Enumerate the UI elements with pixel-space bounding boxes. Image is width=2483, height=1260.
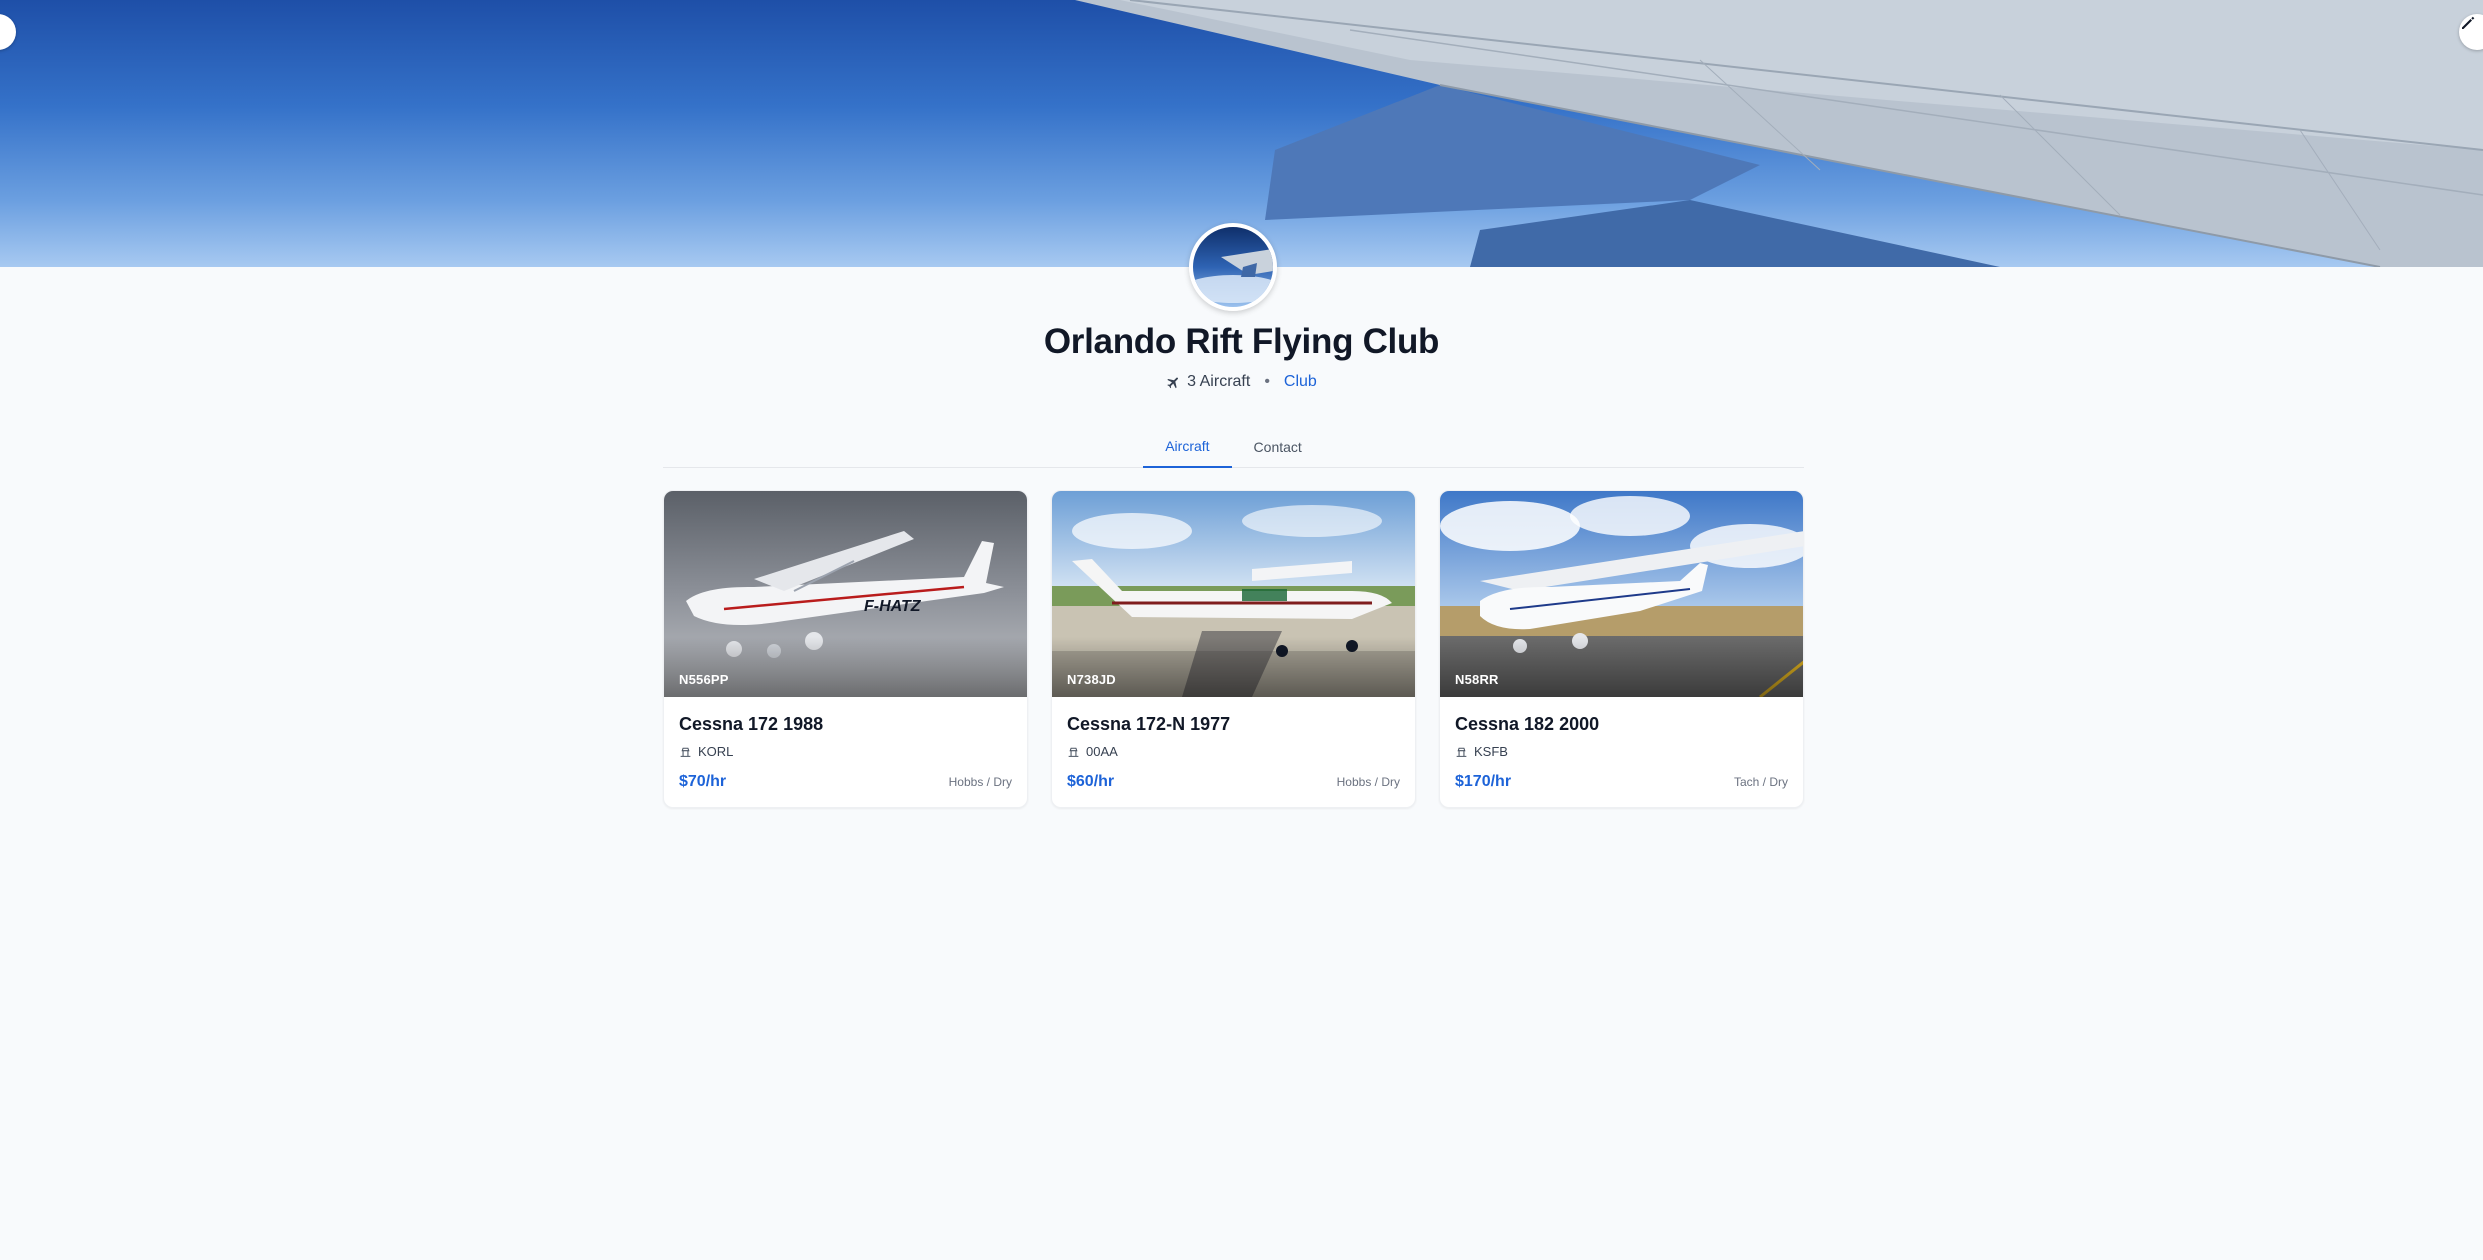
tail-number: N58RR	[1455, 672, 1499, 687]
edit-pencil-icon	[2462, 16, 2475, 29]
billing-type: Hobbs / Dry	[1336, 775, 1400, 789]
card-footer: $70/hr Hobbs / Dry	[679, 773, 1012, 791]
card-body: Cessna 172 1988 KORL $70/hr Hobbs / Dry	[664, 697, 1027, 791]
card-body: Cessna 172-N 1977 00AA $60/hr Hobbs / Dr…	[1052, 697, 1415, 791]
airplane-icon	[1167, 377, 1179, 388]
card-footer: $170/hr Tach / Dry	[1455, 773, 1788, 791]
home-airport: KSFB	[1455, 744, 1788, 759]
club-avatar	[1189, 223, 1277, 311]
aircraft-grid: F-HATZ N556PP Cessna 172 1988 KORL $70/h…	[663, 490, 1804, 808]
airport-code: 00AA	[1086, 744, 1118, 759]
hourly-rate: $70/hr	[679, 773, 727, 790]
airport-tower-icon	[1068, 747, 1079, 757]
aircraft-photo: F-HATZ N556PP	[664, 491, 1027, 697]
aircraft-card[interactable]: F-HATZ N556PP Cessna 172 1988 KORL $70/h…	[663, 490, 1028, 808]
billing-type: Tach / Dry	[1733, 775, 1788, 789]
club-name: Orlando Rift Flying Club	[1043, 322, 1440, 361]
billing-type: Hobbs / Dry	[948, 775, 1012, 789]
svg-text:F-HATZ: F-HATZ	[864, 598, 922, 615]
photo-gradient	[1052, 637, 1415, 697]
aircraft-card[interactable]: N738JD Cessna 172-N 1977 00AA $60/hr Hob…	[1051, 490, 1416, 808]
home-airport: 00AA	[1067, 744, 1400, 759]
profile-tabs: Aircraft Contact	[663, 425, 1804, 468]
tail-number: N738JD	[1067, 672, 1116, 687]
aircraft-title: Cessna 172-N 1977	[1067, 714, 1231, 734]
airport-tower-icon	[1456, 747, 1467, 757]
tab-contact[interactable]: Contact	[1232, 425, 1324, 468]
avatar-wing-image	[1193, 249, 1273, 303]
photo-gradient	[1440, 637, 1803, 697]
aircraft-count: 3 Aircraft	[1166, 373, 1250, 391]
club-type-badge: Club	[1283, 373, 1317, 390]
tail-number: N556PP	[679, 672, 729, 687]
airport-code: KSFB	[1474, 744, 1508, 759]
home-airport: KORL	[679, 744, 1012, 759]
separator-dot: •	[1264, 373, 1270, 390]
aircraft-title: Cessna 182 2000	[1455, 714, 1600, 734]
card-footer: $60/hr Hobbs / Dry	[1067, 773, 1400, 791]
aircraft-photo: N738JD	[1052, 491, 1415, 697]
hourly-rate: $60/hr	[1067, 773, 1115, 790]
aircraft-card[interactable]: N58RR Cessna 182 2000 KSFB $170/hr Tach …	[1439, 490, 1804, 808]
photo-gradient	[664, 637, 1027, 697]
airport-code: KORL	[698, 744, 734, 759]
airport-tower-icon	[680, 747, 691, 757]
tab-aircraft[interactable]: Aircraft	[1143, 425, 1232, 468]
card-body: Cessna 182 2000 KSFB $170/hr Tach / Dry	[1440, 697, 1803, 791]
club-meta: 3 Aircraft • Club	[0, 373, 2483, 391]
aircraft-count-label: 3 Aircraft	[1187, 373, 1251, 390]
hourly-rate: $170/hr	[1455, 773, 1512, 790]
aircraft-photo: N58RR	[1440, 491, 1803, 697]
aircraft-title: Cessna 172 1988	[679, 714, 824, 734]
